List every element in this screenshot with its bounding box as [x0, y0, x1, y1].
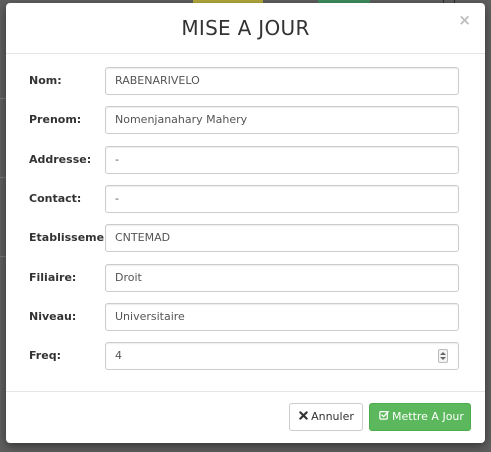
filiaire-label: Filiaire:	[29, 271, 77, 284]
prenom-label: Prenom:	[29, 113, 82, 126]
form-row-nom: Nom: RABENARIVELO	[6, 67, 485, 95]
freq-number-input[interactable]: 4	[105, 342, 459, 370]
cancel-button[interactable]: Annuler	[289, 403, 363, 431]
niveau-label: Niveau:	[29, 310, 77, 323]
modal-title: MISE A JOUR	[181, 16, 310, 40]
save-label: Mettre A Jour	[392, 410, 464, 423]
modal-footer: Annuler Mettre A Jour	[6, 391, 485, 443]
form-row-niveau: Niveau: Universitaire	[6, 303, 485, 331]
form-row-freq: Freq: 4	[6, 342, 485, 370]
times-icon	[299, 404, 308, 430]
spinner-up-icon[interactable]	[440, 352, 446, 355]
etablissement-input[interactable]: CNTEMAD	[105, 224, 459, 252]
addresse-input[interactable]: -	[105, 146, 459, 174]
modal-header: MISE A JOUR ×	[6, 3, 485, 54]
freq-value: 4	[115, 349, 122, 362]
form-row-addresse: Addresse: -	[6, 146, 485, 174]
check-square-icon	[379, 404, 389, 430]
nom-input[interactable]: RABENARIVELO	[105, 67, 459, 95]
close-icon[interactable]: ×	[458, 13, 471, 28]
form-row-contact: Contact: -	[6, 185, 485, 213]
filiaire-input[interactable]: Droit	[105, 264, 459, 292]
freq-label: Freq:	[29, 349, 61, 362]
form-row-filiaire: Filiaire: Droit	[6, 264, 485, 292]
niveau-input[interactable]: Universitaire	[105, 303, 459, 331]
cancel-label: Annuler	[311, 410, 354, 423]
update-button[interactable]: Mettre A Jour	[369, 403, 471, 431]
form-row-etablissement: Etablissement: CNTEMAD	[6, 224, 485, 252]
form-row-prenom: Prenom: Nomenjanahary Mahery	[6, 106, 485, 134]
nom-label: Nom:	[29, 74, 62, 87]
spinner-down-icon[interactable]	[440, 357, 446, 360]
modal-body: Nom: RABENARIVELO Prenom: Nomenjanahary …	[6, 54, 485, 392]
contact-label: Contact:	[29, 192, 82, 205]
number-spinner[interactable]	[438, 349, 448, 363]
addresse-label: Addresse:	[29, 153, 92, 166]
prenom-input[interactable]: Nomenjanahary Mahery	[105, 106, 459, 134]
contact-input[interactable]: -	[105, 185, 459, 213]
update-modal: MISE A JOUR × Nom: RABENARIVELO Prenom: …	[6, 3, 485, 443]
